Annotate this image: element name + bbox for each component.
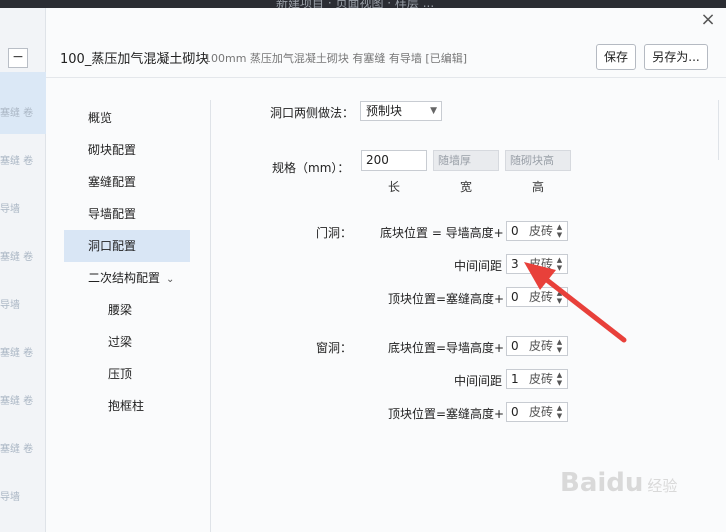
unit-label: 皮砖 xyxy=(529,339,554,353)
nav-item-waist-beam[interactable]: 腰梁 xyxy=(64,294,190,326)
collapse-button[interactable]: − xyxy=(8,48,28,68)
background-label: 塞缝 卷 xyxy=(0,252,34,263)
spec-width-caption: 宽 xyxy=(459,180,472,194)
nav-item-label: 导墙配置 xyxy=(88,207,137,221)
spec-height-caption: 高 xyxy=(531,180,544,194)
background-label: 塞缝 卷 xyxy=(0,156,34,167)
side-method-value: 预制块 xyxy=(366,104,403,118)
window-opening-label: 窗洞： xyxy=(316,341,353,355)
nav-item-lintel[interactable]: 过梁 xyxy=(64,326,190,358)
window-bottom-stepper[interactable]: 0 皮砖 ▲ ▼ xyxy=(506,336,568,356)
nav-item-caulk-config[interactable]: 塞缝配置 xyxy=(64,166,190,198)
nav-item-label: 二次结构配置 xyxy=(88,271,161,285)
spinner-arrows-icon[interactable]: ▲ ▼ xyxy=(555,338,564,354)
door-bottom-label: 底块位置 = 导墙高度+ xyxy=(380,226,504,240)
background-selected-row xyxy=(0,72,46,134)
background-label: 塞缝 卷 xyxy=(0,396,34,407)
watermark-text: Baidu xyxy=(560,468,644,498)
side-method-label: 洞口两侧做法： xyxy=(270,106,355,120)
chevron-down-icon[interactable]: ⌄ xyxy=(166,264,174,296)
spec-length-input[interactable]: 200 xyxy=(361,150,427,171)
background-label: 导墙 xyxy=(0,300,20,311)
background-label: 塞缝 卷 xyxy=(0,108,34,119)
background-label: 导墙 xyxy=(0,204,20,215)
nav-item-coping[interactable]: 压顶 xyxy=(64,358,190,390)
door-opening-label: 门洞： xyxy=(316,226,353,240)
window-middle-stepper[interactable]: 1 皮砖 ▲ ▼ xyxy=(506,369,568,389)
door-bottom-stepper[interactable]: 0 皮砖 ▲ ▼ xyxy=(506,221,568,241)
spec-label: 规格（mm）： xyxy=(272,161,350,175)
nav-item-label: 腰梁 xyxy=(108,303,133,317)
spinner-arrows-icon[interactable]: ▲ ▼ xyxy=(555,289,564,305)
nav-item-label: 压顶 xyxy=(108,367,133,381)
unit-label: 皮砖 xyxy=(529,405,554,419)
chevron-down-icon: ▼ xyxy=(430,106,437,116)
nav-item-label: 概览 xyxy=(88,111,113,125)
nav-item-label: 抱框柱 xyxy=(108,399,145,413)
door-middle-value: 3 xyxy=(511,257,519,271)
spinner-arrows-icon[interactable]: ▲ ▼ xyxy=(555,404,564,420)
door-bottom-value: 0 xyxy=(511,224,519,238)
background-label: 导墙 xyxy=(0,492,20,503)
window-bottom-value: 0 xyxy=(511,339,519,353)
nav-item-label: 塞缝配置 xyxy=(88,175,137,189)
window-top-label: 顶块位置=塞缝高度+ xyxy=(388,407,505,421)
unit-label: 皮砖 xyxy=(529,290,554,304)
watermark-suffix: 经验 xyxy=(647,477,678,495)
config-dialog: × 100_蒸压加气混凝土砌块 100mm 蒸压加气混凝土砌块 有塞缝 有导墙 … xyxy=(46,8,726,532)
unit-label: 皮砖 xyxy=(529,257,554,271)
nav-item-secondary-structure[interactable]: 二次结构配置 ⌄ xyxy=(64,262,190,294)
spinner-arrows-icon[interactable]: ▲ ▼ xyxy=(555,371,564,387)
dialog-title: 100_蒸压加气混凝土砌块 xyxy=(60,52,209,67)
save-as-button[interactable]: 另存为... xyxy=(644,44,708,70)
spec-length-caption: 长 xyxy=(387,180,400,194)
spec-height-input[interactable]: 随砌块高 xyxy=(505,150,571,171)
background-panel: − 塞缝 卷 塞缝 卷 导墙 塞缝 卷 导墙 塞缝 卷 塞缝 卷 塞缝 卷 导墙 xyxy=(0,8,46,532)
door-top-stepper[interactable]: 0 皮砖 ▲ ▼ xyxy=(506,287,568,307)
unit-label: 皮砖 xyxy=(529,372,554,386)
panel-edge xyxy=(718,100,726,160)
background-label: 塞缝 卷 xyxy=(0,348,34,359)
window-top-stepper[interactable]: 0 皮砖 ▲ ▼ xyxy=(506,402,568,422)
door-top-value: 0 xyxy=(511,290,519,304)
watermark-logo: Baidu 经验 xyxy=(560,468,677,498)
door-top-label: 顶块位置=塞缝高度+ xyxy=(388,292,505,306)
door-middle-stepper[interactable]: 3 皮砖 ▲ ▼ xyxy=(506,254,568,274)
window-top-value: 0 xyxy=(511,405,519,419)
nav-item-block-config[interactable]: 砌块配置 xyxy=(64,134,190,166)
save-button[interactable]: 保存 xyxy=(596,44,636,70)
background-label: 塞缝 卷 xyxy=(0,444,34,455)
window-middle-label: 中间间距 xyxy=(454,374,503,388)
spinner-arrows-icon[interactable]: ▲ ▼ xyxy=(555,256,564,272)
dialog-subtitle: 100mm 蒸压加气混凝土砌块 有塞缝 有导墙 [已编辑] xyxy=(204,52,467,65)
unit-label: 皮砖 xyxy=(529,224,554,238)
nav-item-label: 洞口配置 xyxy=(88,239,137,253)
nav-item-frame-column[interactable]: 抱框柱 xyxy=(64,390,190,422)
door-middle-label: 中间间距 xyxy=(454,259,503,273)
window-titlebar: 新建项目 · 页面视图 · 样层 ... xyxy=(0,0,726,10)
nav-item-label: 过梁 xyxy=(108,335,133,349)
config-nav: 概览 砌块配置 塞缝配置 导墙配置 洞口配置 二次结构配置 ⌄ 腰梁 过梁 压顶 … xyxy=(64,100,208,530)
nav-item-overview[interactable]: 概览 xyxy=(64,102,190,134)
nav-item-label: 砌块配置 xyxy=(88,143,137,157)
window-middle-value: 1 xyxy=(511,372,519,386)
dialog-header: 100_蒸压加气混凝土砌块 100mm 蒸压加气混凝土砌块 有塞缝 有导墙 [已… xyxy=(46,38,726,78)
nav-item-opening-config[interactable]: 洞口配置 xyxy=(64,230,190,262)
nav-item-guide-wall-config[interactable]: 导墙配置 xyxy=(64,198,190,230)
spec-width-input[interactable]: 随墙厚 xyxy=(433,150,499,171)
spinner-arrows-icon[interactable]: ▲ ▼ xyxy=(555,223,564,239)
side-method-select[interactable]: 预制块 ▼ xyxy=(360,101,442,121)
close-icon[interactable]: × xyxy=(698,10,718,30)
window-bottom-label: 底块位置=导墙高度+ xyxy=(388,341,505,355)
nav-divider xyxy=(210,100,211,532)
